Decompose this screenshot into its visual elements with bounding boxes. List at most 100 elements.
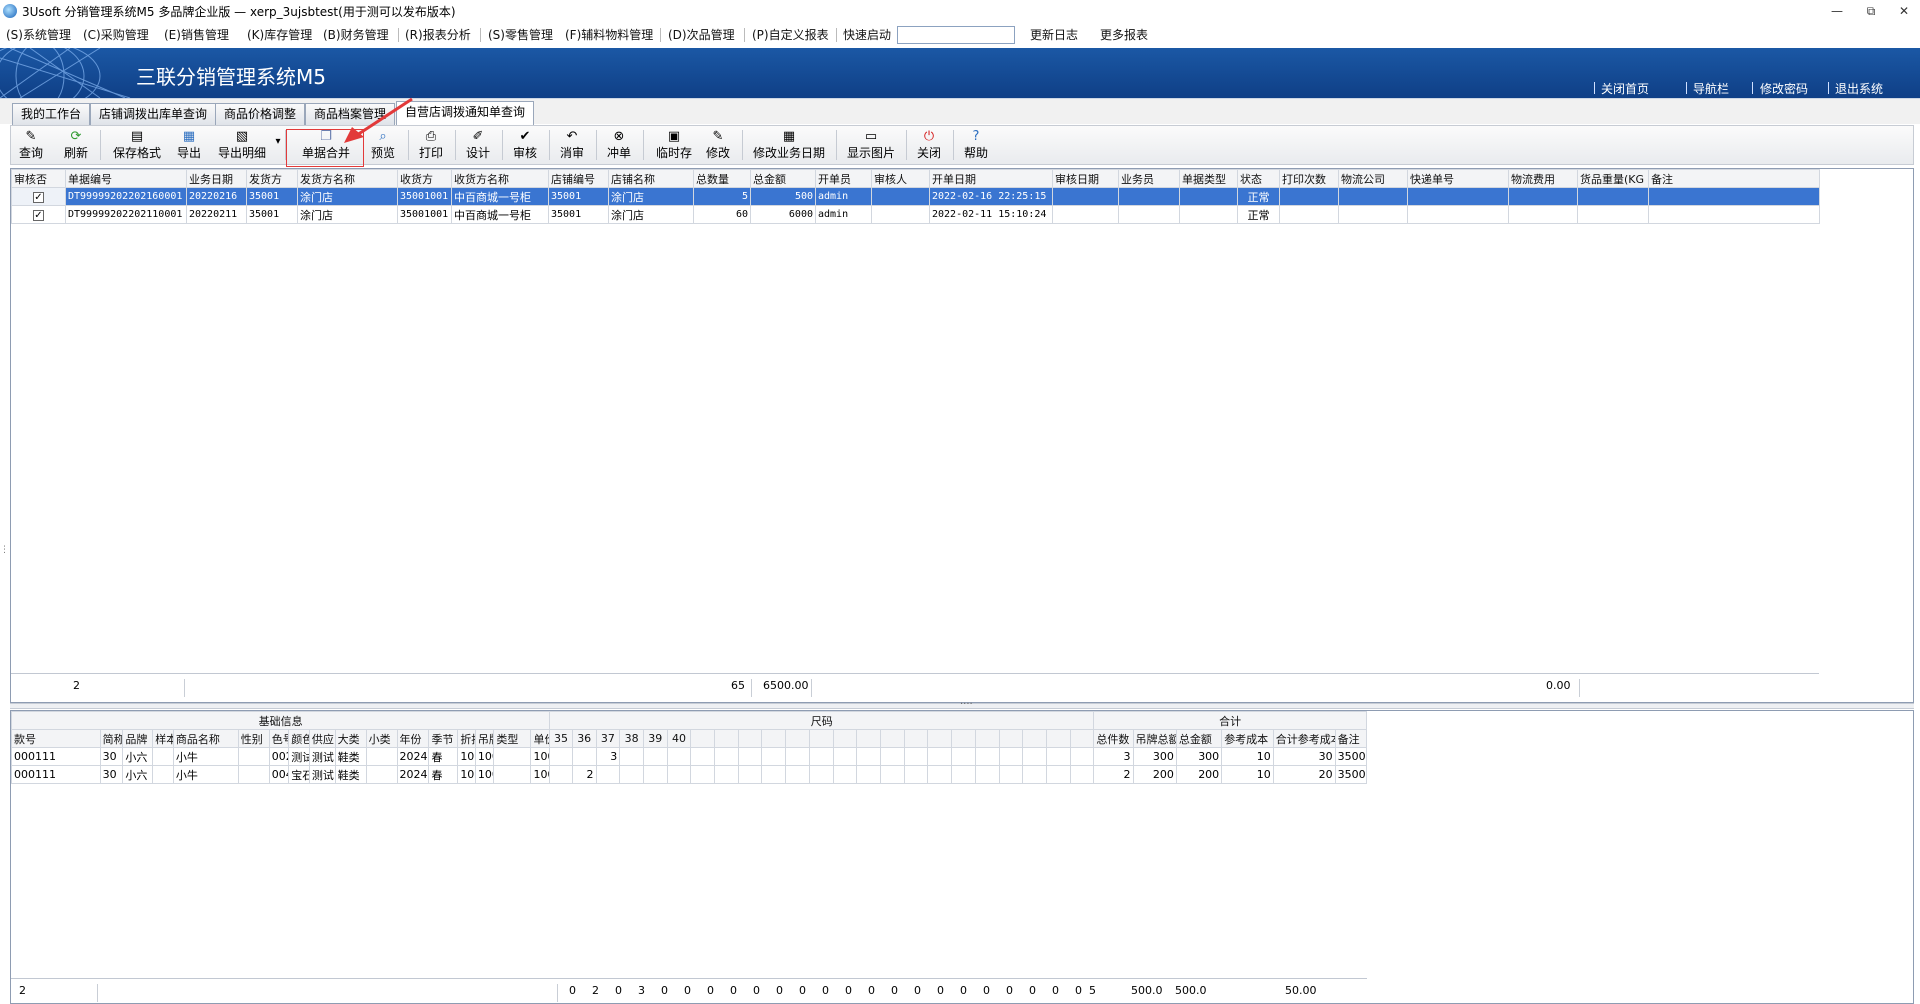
close-home-link[interactable]: 关闭首页 [1601, 80, 1649, 97]
col-doc-no[interactable]: 单据编号 [65, 169, 187, 188]
col-total-1[interactable]: 吊牌总额 [1132, 729, 1177, 748]
menu-inventory[interactable]: (K)库存管理 [247, 22, 312, 48]
col-size-19[interactable] [998, 729, 1024, 748]
col-base-2[interactable]: 品牌 [122, 729, 154, 748]
col-size-2[interactable]: 37 [595, 729, 621, 748]
col-sender[interactable]: 发货方 [246, 169, 298, 188]
col-total-5[interactable]: 备注 [1334, 729, 1368, 748]
col-logistics[interactable]: 物流公司 [1338, 169, 1408, 188]
export-button[interactable]: ▦ 导出 [171, 126, 207, 164]
more-reports-link[interactable]: 更多报表 [1100, 22, 1148, 48]
modify-business-date-button[interactable]: ▦ 修改业务日期 [749, 126, 829, 164]
col-size-0[interactable]: 35 [549, 729, 573, 748]
col-size-13[interactable] [856, 729, 881, 748]
tab-workbench[interactable]: 我的工作台 [12, 103, 91, 125]
col-base-16[interactable]: 单价 [530, 729, 551, 748]
menu-purchase[interactable]: (C)采购管理 [83, 22, 149, 48]
col-base-13[interactable]: 折扣 [457, 729, 476, 748]
col-size-9[interactable] [761, 729, 787, 748]
col-base-11[interactable]: 年份 [396, 729, 430, 748]
col-base-12[interactable]: 季节 [428, 729, 459, 748]
menu-defects[interactable]: (D)次品管理 [668, 22, 735, 48]
export-dropdown-arrow[interactable]: ▾ [273, 136, 283, 150]
col-base-5[interactable]: 性别 [237, 729, 270, 748]
col-size-7[interactable] [714, 729, 739, 748]
logout-link[interactable]: 退出系统 [1835, 80, 1883, 97]
col-base-3[interactable]: 样本 [152, 729, 174, 748]
col-base-7[interactable]: 颜色 [288, 729, 310, 748]
menu-retail[interactable]: (S)零售管理 [488, 22, 553, 48]
col-total-4[interactable]: 合计参考成本 [1272, 729, 1336, 748]
tab-price-adjust[interactable]: 商品价格调整 [215, 103, 306, 125]
change-password-link[interactable]: 修改密码 [1760, 80, 1808, 97]
col-print-count[interactable]: 打印次数 [1279, 169, 1339, 188]
col-express-no[interactable]: 快递单号 [1407, 169, 1509, 188]
reverse-button[interactable]: ⊗ 冲单 [601, 126, 637, 164]
col-audit-flag[interactable]: 审核否 [11, 169, 66, 188]
table-row[interactable]: 00011130小六小牛002测试测试鞋类2024春10100100333003… [11, 747, 1368, 766]
col-base-15[interactable]: 类型 [493, 729, 532, 748]
menu-finance[interactable]: (B)财务管理 [323, 22, 389, 48]
menu-sales[interactable]: (E)销售管理 [164, 22, 229, 48]
col-auditor[interactable]: 审核人 [871, 169, 930, 188]
col-note[interactable]: 备注 [1648, 169, 1820, 188]
col-base-1[interactable]: 简称 [99, 729, 124, 748]
save-format-button[interactable]: ▤ 保存格式 [109, 126, 165, 164]
col-base-6[interactable]: 色号 [268, 729, 290, 748]
col-size-10[interactable] [785, 729, 810, 748]
col-size-12[interactable] [832, 729, 858, 748]
col-size-14[interactable] [879, 729, 905, 748]
menu-reports[interactable]: (R)报表分析 [405, 22, 471, 48]
left-panel-handle[interactable]: ⋮ [0, 545, 9, 565]
col-size-22[interactable] [1069, 729, 1095, 748]
unaudit-button[interactable]: ↶ 消审 [554, 126, 590, 164]
col-weight[interactable]: 货品重量(KG [1577, 169, 1649, 188]
col-base-4[interactable]: 商品名称 [172, 729, 239, 748]
restore-button[interactable]: ⧉ [1860, 3, 1882, 19]
col-total-3[interactable]: 参考成本 [1221, 729, 1274, 748]
col-created-date[interactable]: 开单日期 [929, 169, 1053, 188]
design-button[interactable]: ✐ 设计 [460, 126, 496, 164]
col-base-0[interactable]: 款号 [11, 729, 101, 748]
menu-custom-reports[interactable]: (P)自定义报表 [752, 22, 829, 48]
menu-system[interactable]: (S)系统管理 [6, 22, 71, 48]
table-row[interactable]: 00011130小六小牛004宝石测试鞋类2024春10100100222002… [11, 765, 1368, 784]
col-base-14[interactable]: 吊牌 [474, 729, 495, 748]
col-base-8[interactable]: 供应 [308, 729, 336, 748]
quick-launch-input[interactable] [897, 26, 1015, 44]
close-button[interactable]: ⏻ 关闭 [911, 126, 947, 164]
export-detail-button[interactable]: ▧ 导出明细 [214, 126, 270, 164]
col-size-8[interactable] [737, 729, 763, 748]
col-size-15[interactable] [903, 729, 929, 748]
table-row[interactable]: ✓ DT99999202202110001 20220211 35001 涂门店… [11, 205, 1820, 224]
tab-store-transfer-out[interactable]: 店铺调拨出库单查询 [90, 103, 217, 125]
col-size-18[interactable] [974, 729, 1000, 748]
col-audit-date[interactable]: 审核日期 [1052, 169, 1119, 188]
col-shop-no[interactable]: 店铺编号 [548, 169, 609, 188]
col-status[interactable]: 状态 [1237, 169, 1280, 188]
col-receiver-name[interactable]: 收货方名称 [451, 169, 549, 188]
col-size-20[interactable] [1022, 729, 1047, 748]
col-size-21[interactable] [1045, 729, 1071, 748]
modify-button[interactable]: ✎ 修改 [700, 126, 736, 164]
table-row[interactable]: ✓ DT99999202202160001 20220216 35001 涂门店… [11, 187, 1820, 206]
navigation-link[interactable]: 导航栏 [1693, 80, 1729, 97]
col-size-3[interactable]: 38 [619, 729, 644, 748]
panel-splitter[interactable]: ···· [10, 699, 1914, 710]
col-size-5[interactable]: 40 [666, 729, 692, 748]
col-base-10[interactable]: 小类 [365, 729, 398, 748]
refresh-button[interactable]: ⟳ 刷新 [58, 126, 94, 164]
col-shop-name[interactable]: 店铺名称 [608, 169, 694, 188]
col-total-0[interactable]: 总件数 [1093, 729, 1134, 748]
col-logistics-fee[interactable]: 物流费用 [1508, 169, 1578, 188]
col-size-4[interactable]: 39 [642, 729, 668, 748]
col-size-17[interactable] [951, 729, 976, 748]
temp-save-button[interactable]: ▣ 临时存 [650, 126, 698, 164]
audit-checkbox[interactable]: ✓ [11, 187, 66, 206]
col-size-16[interactable] [927, 729, 953, 748]
col-size-6[interactable] [690, 729, 716, 748]
col-business-date[interactable]: 业务日期 [186, 169, 247, 188]
col-size-1[interactable]: 36 [571, 729, 597, 748]
col-creator[interactable]: 开单员 [815, 169, 872, 188]
col-total-qty[interactable]: 总数量 [693, 169, 751, 188]
